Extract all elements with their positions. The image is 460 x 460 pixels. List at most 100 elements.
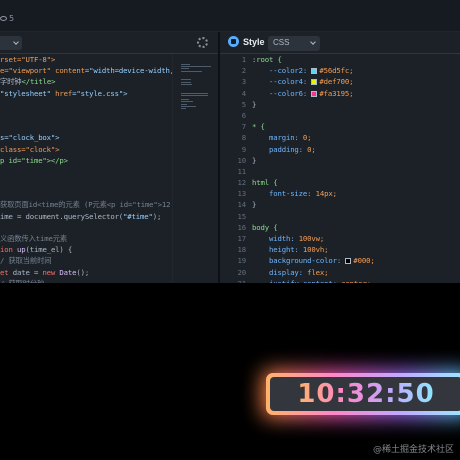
code-line[interactable]: --color2: #56d5fc;: [252, 65, 375, 76]
code-token: height:: [252, 245, 303, 255]
css-language-dropdown[interactable]: CSS: [268, 36, 320, 51]
line-number: 13: [237, 189, 247, 199]
code-line[interactable]: [0, 222, 172, 233]
code-line[interactable]: class="clock">: [0, 144, 172, 155]
code-line[interactable]: --color6: #fa3195;: [252, 88, 375, 99]
style-icon: [228, 36, 239, 47]
css-pane-title: Style: [228, 36, 265, 47]
minimap[interactable]: [172, 54, 218, 283]
code-line[interactable]: [252, 211, 375, 222]
line-number: 12: [237, 178, 247, 188]
code-token: 100vw;: [298, 234, 325, 243]
code-line[interactable]: "stylesheet" href="style.css">: [0, 88, 172, 99]
minimap-line: [181, 94, 208, 96]
code-line[interactable]: html {: [252, 177, 375, 188]
clock-time: 10:32:50: [297, 379, 435, 409]
code-line[interactable]: 义函数传入time元素: [0, 233, 172, 244]
code-editor: 5 Style CSS rset="UTF-8"> e="viewport" co…: [0, 0, 460, 283]
code-token: new: [42, 267, 60, 277]
code-line[interactable]: --color4: #def700;: [252, 76, 375, 87]
code-line[interactable]: }: [252, 155, 375, 166]
code-token: p id="time"></p>: [0, 155, 68, 165]
gear-icon[interactable]: [197, 37, 208, 48]
line-number: 19: [237, 256, 247, 266]
code-line[interactable]: margin: 0;: [252, 132, 375, 143]
code-token: #def700;: [319, 77, 354, 87]
color-swatch[interactable]: [311, 68, 318, 75]
line-number: 2: [241, 66, 246, 76]
code-token: ">: [118, 88, 128, 98]
code-token: s="clock_box">: [0, 133, 60, 143]
code-line[interactable]: }: [252, 99, 375, 110]
code-token: style.css: [80, 88, 119, 98]
html-code-pane[interactable]: rset="UTF-8"> e="viewport" content="width…: [0, 54, 172, 283]
code-line[interactable]: ion up(time_el) {: [0, 244, 172, 255]
code-line[interactable]: display: flex;: [252, 267, 375, 278]
code-line[interactable]: [252, 110, 375, 121]
html-code[interactable]: rset="UTF-8"> e="viewport" content="width…: [0, 54, 172, 283]
color-swatch[interactable]: [311, 79, 318, 86]
minimap-line: [181, 68, 189, 70]
code-line[interactable]: }: [252, 199, 375, 210]
code-token: 14px;: [315, 189, 337, 199]
code-line[interactable]: font-size: 14px;: [252, 188, 375, 199]
line-number: 6: [241, 110, 246, 120]
code-line[interactable]: [0, 188, 172, 199]
code-line[interactable]: * {: [252, 121, 375, 132]
code-token: Date: [59, 267, 77, 277]
code-line[interactable]: rset="UTF-8">: [0, 54, 172, 65]
color-swatch[interactable]: [345, 258, 352, 265]
code-token: }: [252, 155, 257, 165]
code-line[interactable]: [0, 177, 172, 188]
css-code-pane[interactable]: 12345678910111213141516171819202122 :roo…: [220, 54, 460, 283]
code-token: #fa3195;: [319, 88, 354, 98]
html-pane-toolbar: [0, 32, 218, 54]
css-code[interactable]: :root { --color2: #56d5fc; --color4: #de…: [252, 54, 375, 283]
code-token: "stylesheet": [0, 88, 56, 98]
code-line[interactable]: width: 100vw;: [252, 233, 375, 244]
code-line[interactable]: 字时钟</title>: [0, 76, 172, 87]
code-line[interactable]: / 获取当前时间: [0, 255, 172, 266]
code-token: href: [55, 88, 73, 98]
html-language-dropdown[interactable]: [0, 36, 22, 50]
code-line[interactable]: background-color: #000;: [252, 255, 375, 266]
code-line[interactable]: et date = new Date();: [0, 267, 172, 278]
minimap-line: [181, 92, 209, 94]
code-token: * {: [252, 122, 265, 132]
minimap-line: [181, 108, 186, 109]
code-line[interactable]: ime = document.querySelector("#time");: [0, 211, 172, 222]
code-token: margin:: [252, 133, 303, 143]
code-line[interactable]: [252, 166, 375, 177]
code-line[interactable]: s="clock_box">: [0, 132, 172, 143]
line-number: 16: [237, 222, 247, 232]
code-token: 0;: [307, 144, 316, 154]
chevron-down-icon: [13, 39, 19, 45]
line-number: 3: [241, 77, 246, 87]
code-line[interactable]: 获取页面id<time的元素 (P元素<p id="time">12:12:1: [0, 199, 172, 210]
code-line[interactable]: e="viewport" content="width=device-width…: [0, 65, 172, 76]
line-number: 10: [237, 155, 247, 165]
code-line[interactable]: [0, 166, 172, 177]
code-line[interactable]: body {: [252, 222, 375, 233]
color-swatch[interactable]: [311, 90, 318, 97]
line-number: 5: [241, 99, 246, 109]
code-token: 义函数传入time元素: [0, 234, 68, 243]
code-line[interactable]: [0, 110, 172, 121]
code-line[interactable]: [0, 121, 172, 132]
minimap-line: [181, 103, 187, 105]
line-number: 15: [237, 211, 247, 221]
eye-icon: [0, 16, 7, 21]
code-token: =": [72, 88, 81, 98]
code-token: }: [252, 99, 257, 109]
code-token: </title>: [21, 77, 56, 87]
css-pane-toolbar: Style CSS: [220, 32, 460, 54]
code-line[interactable]: padding: 0;: [252, 144, 375, 155]
code-line[interactable]: :root {: [252, 54, 375, 65]
code-line[interactable]: [0, 99, 172, 110]
css-language-value: CSS: [273, 38, 290, 47]
code-line[interactable]: height: 100vh;: [252, 244, 375, 255]
chevron-down-icon: [310, 39, 316, 45]
code-line[interactable]: p id="time"></p>: [0, 155, 172, 166]
code-token: ();: [76, 267, 90, 277]
code-token: body {: [252, 222, 278, 232]
